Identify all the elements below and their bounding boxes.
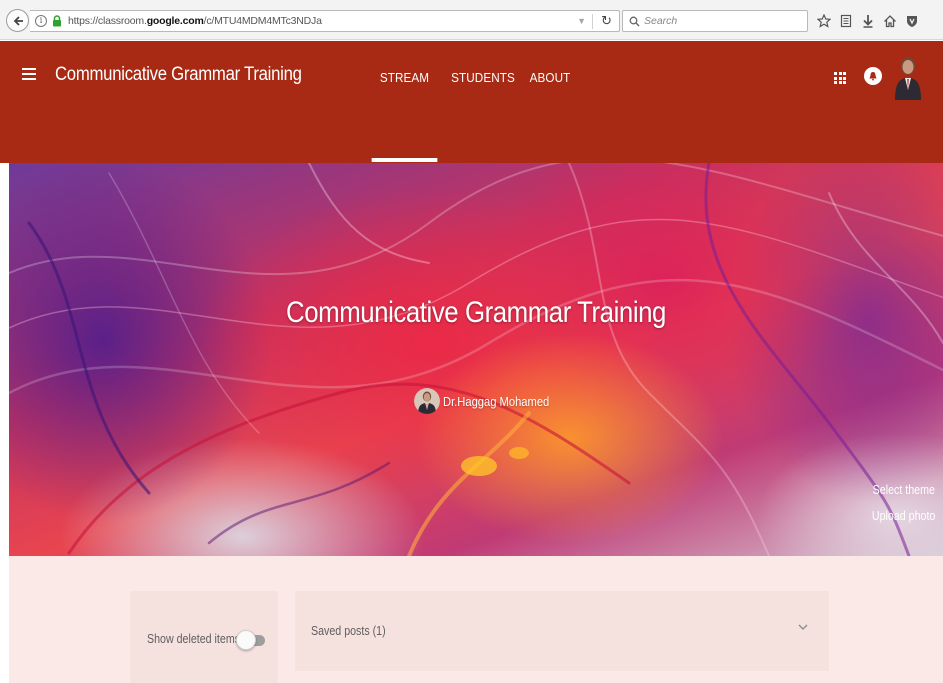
active-tab-indicator <box>371 158 438 162</box>
class-banner: Communicative Grammar Training Dr.Haggag… <box>9 163 943 556</box>
tab-stream-label: STREAM <box>379 70 430 85</box>
tab-about-label: ABOUT <box>529 70 571 85</box>
info-icon[interactable]: i <box>35 15 47 27</box>
shield-icon[interactable] <box>901 10 923 32</box>
tab-stream[interactable]: STREAM <box>371 41 438 163</box>
toggle-thumb <box>236 630 256 650</box>
tab-students[interactable]: STUDENTS <box>445 41 521 163</box>
lock-icon[interactable] <box>52 15 62 27</box>
saved-posts-label: Saved posts (1) <box>311 623 386 638</box>
stream-filter-card: Show deleted items <box>130 591 278 683</box>
search-icon <box>629 16 640 26</box>
reading-list-icon[interactable] <box>835 10 857 32</box>
url-text[interactable]: https://classroom.google.com/c/MTU4MDM4M… <box>68 15 322 27</box>
arrow-left-icon <box>13 15 23 26</box>
notifications-icon[interactable] <box>864 67 882 85</box>
tab-students-label: STUDENTS <box>451 70 515 85</box>
reload-icon[interactable]: ↻ <box>601 13 612 29</box>
download-icon[interactable] <box>857 10 879 32</box>
classroom-app-bar: Communicative Grammar Training STREAM ST… <box>0 41 943 163</box>
url-path: /c/MTU4MDM4MTc3NDJa <box>203 15 322 27</box>
hamburger-menu-icon[interactable] <box>22 68 36 80</box>
account-avatar[interactable] <box>894 54 922 100</box>
browser-action-icons <box>813 10 923 32</box>
class-tabs: STREAM STUDENTS ABOUT <box>368 41 575 163</box>
teacher-info: Dr.Haggag Mohamed <box>414 388 567 414</box>
home-icon[interactable] <box>879 10 901 32</box>
browser-toolbar: i https://classroom.google.com/c/MTU4MDM… <box>0 0 943 40</box>
apps-grid-icon[interactable] <box>834 72 846 84</box>
saved-posts-card[interactable]: Saved posts (1) <box>295 591 829 671</box>
url-dropdown-icon[interactable]: ▼ <box>577 16 586 26</box>
banner-class-title: Communicative Grammar Training <box>286 296 666 329</box>
show-deleted-toggle[interactable] <box>236 629 265 651</box>
url-domain: google.com <box>146 15 204 27</box>
teacher-name[interactable]: Dr.Haggag Mohamed <box>443 394 549 409</box>
upload-photo-link[interactable]: Upload photo <box>872 508 935 523</box>
tab-about[interactable]: ABOUT <box>528 41 573 163</box>
show-deleted-label: Show deleted items <box>147 631 241 646</box>
back-button[interactable] <box>6 9 29 32</box>
chevron-down-icon[interactable] <box>797 621 809 633</box>
teacher-avatar <box>414 388 440 414</box>
class-title[interactable]: Communicative Grammar Training <box>55 64 302 86</box>
bookmark-star-icon[interactable] <box>813 10 835 32</box>
stream-content: Show deleted items Saved posts (1) <box>9 556 943 683</box>
select-theme-link[interactable]: Select theme <box>873 482 935 497</box>
browser-search-input[interactable]: Search <box>622 10 808 32</box>
address-bar[interactable]: i https://classroom.google.com/c/MTU4MDM… <box>30 10 620 32</box>
search-placeholder: Search <box>644 15 678 27</box>
url-divider <box>592 14 593 29</box>
ink-wisps-decoration <box>9 163 943 556</box>
url-prefix: https://classroom. <box>68 15 147 27</box>
